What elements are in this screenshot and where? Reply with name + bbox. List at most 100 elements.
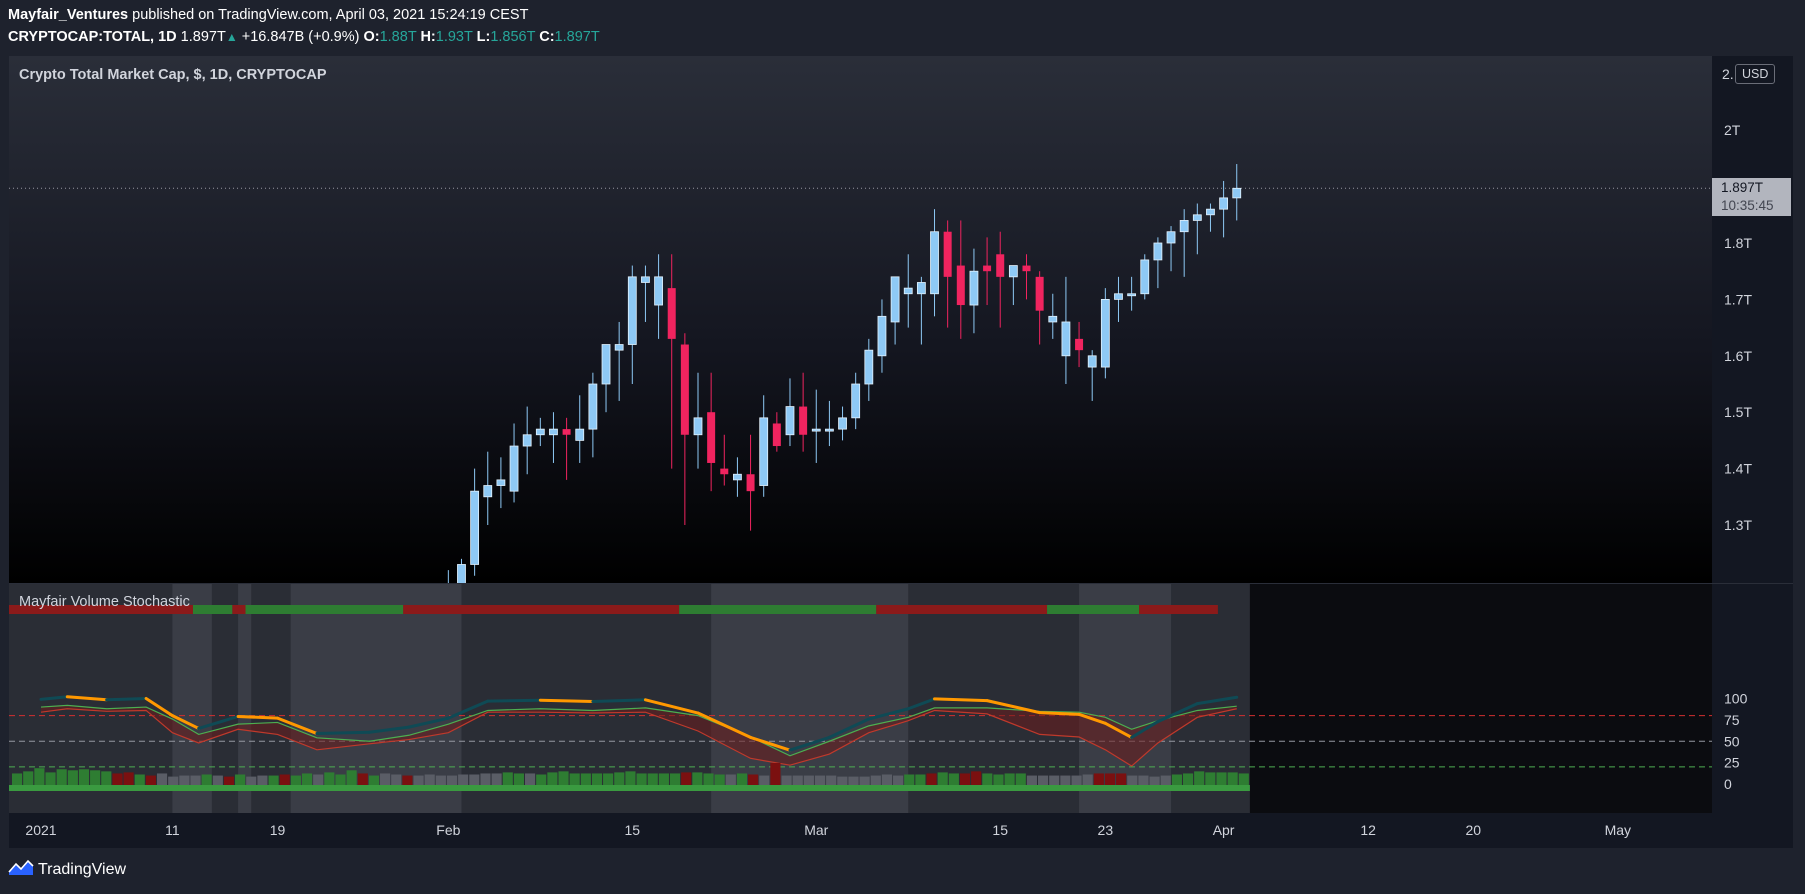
volume-bar [1216, 772, 1227, 785]
signal-line-segment [486, 698, 542, 703]
candle-body [825, 428, 834, 432]
candle-body [890, 276, 900, 323]
volume-bar [982, 773, 993, 785]
volume-bar [101, 771, 112, 785]
candle-body [772, 423, 781, 447]
volume-bar [513, 773, 524, 785]
volume-bar [614, 772, 625, 785]
volume-bar [1171, 774, 1182, 785]
volume-bar [803, 775, 814, 785]
volume-bar [669, 773, 681, 785]
candle-body [759, 417, 769, 486]
indicator-tick-label: 100 [1724, 691, 1748, 707]
candle-body [943, 231, 952, 277]
volume-bar [870, 775, 881, 785]
volume-bar [1149, 776, 1160, 785]
time-tick-label: May [1605, 822, 1631, 838]
candle-body [720, 468, 729, 475]
time-tick-label: 2021 [25, 822, 56, 838]
candle-body [470, 490, 480, 565]
volume-bar [1138, 775, 1149, 785]
current-price-label: 1.897T 10:35:45 [1712, 178, 1791, 216]
candle-body [535, 428, 545, 436]
indicator-tick-label: 75 [1724, 712, 1740, 728]
currency-badge[interactable]: USD [1735, 64, 1776, 84]
signal-line-segment [591, 698, 647, 703]
volume-bar [335, 774, 346, 785]
candle-body [614, 344, 624, 351]
candle-body [996, 254, 1005, 277]
candle-body [838, 417, 847, 430]
volume-bar [993, 774, 1004, 785]
candle-body [588, 383, 598, 430]
volume-bar [179, 775, 190, 785]
volume-bar [23, 771, 34, 785]
candle-body [601, 344, 611, 385]
candle-body [627, 276, 637, 345]
volume-bar [257, 775, 268, 785]
volume-bar [134, 774, 145, 785]
volume-bar [625, 771, 636, 785]
candle-body [1206, 208, 1215, 216]
indicator-group [9, 584, 1712, 813]
volume-bar [1227, 772, 1238, 785]
candle-body [1035, 276, 1044, 311]
price-tick-label: 1.5T [1724, 404, 1752, 420]
volume-bar [826, 775, 837, 785]
volume-bar [915, 774, 926, 785]
candle-body [509, 445, 519, 492]
signal-line-segment [315, 730, 371, 736]
signal-line-segment [105, 697, 148, 702]
price-tick-label: 1.4T [1724, 461, 1752, 477]
main-pane-title: Crypto Total Market Cap, $, 1D, CRYPTOCA… [19, 67, 327, 83]
candle-body [1022, 265, 1031, 272]
candle-body [1048, 315, 1058, 323]
volume-bar [725, 774, 736, 785]
volume-bar [959, 773, 971, 785]
volume-bar [1182, 773, 1194, 785]
status-band-segment [245, 605, 404, 614]
volume-bar [12, 773, 23, 785]
countdown: 10:35:45 [1721, 198, 1774, 213]
time-tick-label: 11 [165, 822, 180, 838]
indicator-tick-label: 25 [1724, 755, 1740, 771]
candle-body [641, 276, 650, 283]
volume-bar [524, 773, 536, 785]
volume-bar [904, 774, 915, 785]
footer-brand[interactable]: TradingView [8, 858, 126, 881]
time-tick-label: 23 [1098, 822, 1114, 838]
volume-bar [692, 772, 703, 785]
volume-bar [603, 773, 614, 785]
volume-bar [580, 773, 591, 785]
volume-bar [1049, 775, 1060, 785]
candle-body [575, 428, 585, 441]
candle-body [956, 265, 965, 306]
volume-bar [1205, 772, 1216, 785]
price-tick-label: 1.8T [1724, 235, 1752, 251]
volume-bar [558, 771, 569, 785]
candle-body [522, 434, 532, 447]
candle-body [903, 287, 913, 295]
tradingview-logo-icon [8, 858, 34, 881]
volume-bar [937, 772, 948, 785]
volume-bar [703, 773, 714, 785]
signal-line-segment [933, 697, 989, 703]
candle-body [811, 428, 821, 432]
indicator-tick-label: 50 [1724, 733, 1740, 749]
volume-bar [1127, 775, 1138, 785]
volume-bar [201, 774, 212, 785]
volume-bar [424, 774, 435, 785]
volume-bar [1194, 771, 1205, 785]
candle-body [877, 315, 887, 357]
candle-body [562, 429, 571, 435]
volume-bar [536, 774, 547, 785]
time-tick-label: 15 [625, 822, 641, 838]
volume-bar [145, 775, 156, 785]
candle-body [1192, 214, 1202, 221]
candle-body [1153, 242, 1163, 261]
time-tick-label: Feb [436, 822, 460, 838]
candle-body [851, 383, 861, 419]
volume-bar [223, 776, 235, 785]
volume-bar [1238, 773, 1249, 785]
volume-bar [123, 772, 134, 785]
